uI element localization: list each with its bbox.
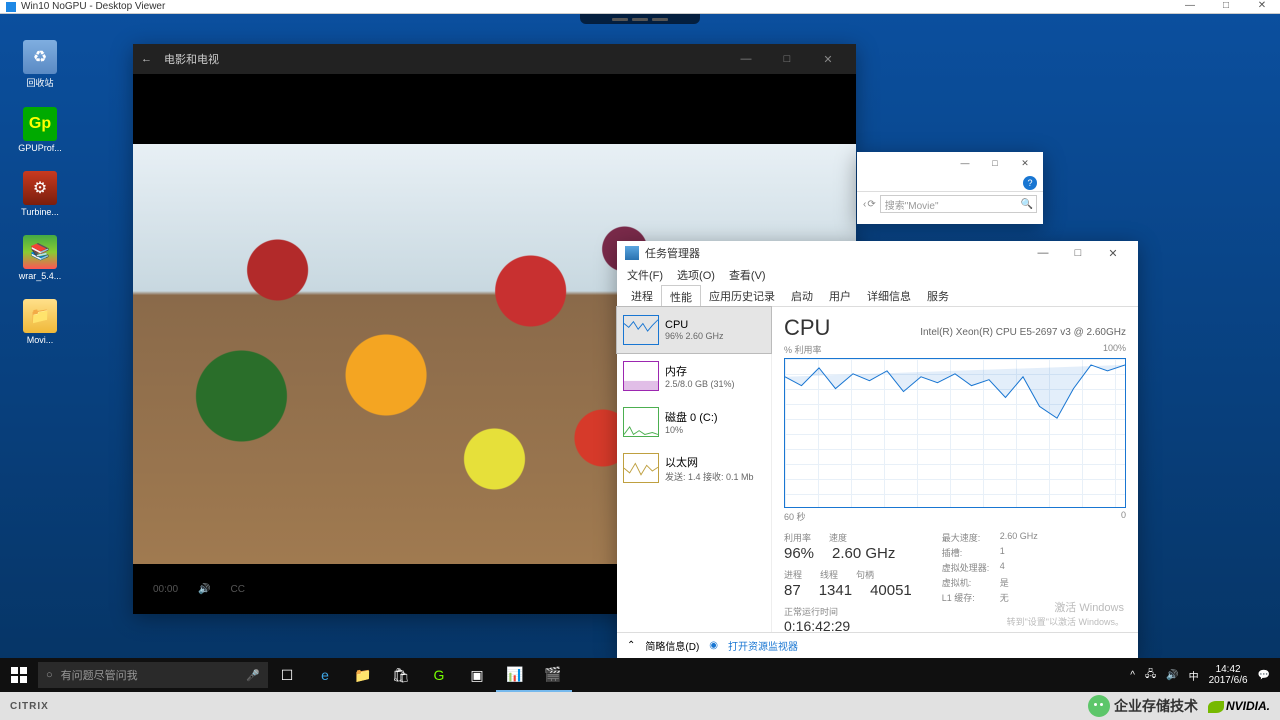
- store-taskbar-icon[interactable]: 🛍: [382, 658, 420, 692]
- citrix-window-icon: [6, 2, 16, 12]
- explorer-minimize-button[interactable]: —: [951, 158, 979, 168]
- gpuprof-taskbar-icon[interactable]: G: [420, 658, 458, 692]
- movies-maximize-button[interactable]: □: [767, 53, 807, 66]
- menu-view[interactable]: 查看(V): [729, 267, 766, 283]
- explorer-refresh-icon[interactable]: ⟳: [867, 199, 875, 210]
- playback-time: 00:00: [153, 584, 178, 595]
- explorer-back-icon[interactable]: ‹: [863, 199, 866, 210]
- taskmgr-tabs: 进程 性能 应用历史记录 启动 用户 详细信息 服务: [617, 285, 1138, 307]
- start-button[interactable]: [0, 658, 38, 692]
- search-icon: 🔍: [1021, 199, 1033, 210]
- tab-services[interactable]: 服务: [919, 285, 957, 306]
- taskmgr-menu: 文件(F) 选项(O) 查看(V): [617, 265, 1138, 285]
- taskmgr-maximize-button[interactable]: □: [1061, 247, 1095, 260]
- task-manager-window: 任务管理器 — □ ✕ 文件(F) 选项(O) 查看(V) 进程 性能 应用历史…: [617, 241, 1138, 658]
- wechat-icon: [1088, 695, 1110, 717]
- cpu-speed: 2.60 GHz: [832, 545, 895, 562]
- explorer-maximize-button[interactable]: □: [981, 158, 1009, 168]
- ime-indicator[interactable]: 中: [1189, 668, 1199, 683]
- cpu-utilization: 96%: [784, 545, 814, 562]
- movies-close-button[interactable]: ✕: [808, 53, 848, 66]
- cortana-icon: ○: [46, 669, 53, 681]
- taskmgr-minimize-button[interactable]: —: [1026, 247, 1060, 260]
- taskmgr-taskbar-icon[interactable]: 📊: [496, 658, 534, 692]
- sidebar-ethernet-card[interactable]: 以太网发送: 1.4 接收: 0.1 Mb: [617, 445, 771, 491]
- movies-titlebar[interactable]: ← 电影和电视 — □ ✕: [133, 44, 856, 74]
- back-icon[interactable]: ←: [141, 53, 152, 65]
- menu-options[interactable]: 选项(O): [677, 267, 715, 283]
- system-tray: ^ 🖧 🔊 中 14:422017/6/6 💬: [1120, 664, 1280, 686]
- tab-details[interactable]: 详细信息: [859, 285, 919, 306]
- cmd-taskbar-icon[interactable]: ▣: [458, 658, 496, 692]
- turbine-icon[interactable]: ⚙Turbine...: [10, 171, 70, 217]
- tab-users[interactable]: 用户: [821, 285, 859, 306]
- taskmgr-titlebar[interactable]: 任务管理器 — □ ✕: [617, 241, 1138, 265]
- taskmgr-main-panel: CPU Intel(R) Xeon(R) CPU E5-2697 v3 @ 2.…: [772, 307, 1138, 632]
- gpuprof-icon[interactable]: GpGPUProf...: [10, 107, 70, 153]
- handle-count: 40051: [870, 582, 912, 599]
- tab-history[interactable]: 应用历史记录: [701, 285, 783, 306]
- volume-icon[interactable]: 🔊: [198, 584, 210, 595]
- windows-taskbar: ○ 有问题尽管问我 🎤 ☐ e 📁 🛍 G ▣ 📊 🎬 ^ 🖧 🔊 中 14:4…: [0, 658, 1280, 692]
- movies-minimize-button[interactable]: —: [726, 53, 766, 66]
- taskmgr-sidebar: CPU96% 2.60 GHz 内存2.5/8.0 GB (31%) 磁盘 0 …: [617, 307, 772, 632]
- thread-count: 1341: [819, 582, 852, 599]
- sidebar-disk-card[interactable]: 磁盘 0 (C:)10%: [617, 399, 771, 445]
- file-explorer-window: — □ ✕ ? ‹⟳ 搜索"Movie" 🔍: [857, 152, 1043, 224]
- sidebar-cpu-card[interactable]: CPU96% 2.60 GHz: [617, 307, 771, 353]
- desktop-icons-area: ♻回收站 GpGPUProf... ⚙Turbine... 📚wrar_5.4.…: [10, 40, 70, 345]
- fewer-details-link[interactable]: 简略信息(D): [645, 638, 699, 653]
- menu-file[interactable]: 文件(F): [627, 267, 663, 283]
- resource-monitor-link[interactable]: 打开资源监视器: [728, 638, 798, 653]
- wechat-watermark: 企业存储技术: [1088, 695, 1198, 717]
- movie-folder-icon[interactable]: 📁Movi...: [10, 299, 70, 345]
- explorer-close-button[interactable]: ✕: [1011, 158, 1039, 169]
- cpu-heading: CPU: [784, 315, 830, 341]
- uptime: 0:16:42:29: [784, 618, 912, 634]
- citrix-logo: CITRIX: [10, 701, 49, 712]
- winrar-icon[interactable]: 📚wrar_5.4...: [10, 235, 70, 281]
- citrix-titlebar: Win10 NoGPU - Desktop Viewer — □ ✕: [0, 0, 1280, 14]
- task-view-button[interactable]: ☐: [268, 658, 306, 692]
- explorer-search-input[interactable]: 搜索"Movie" 🔍: [880, 195, 1037, 213]
- edge-taskbar-icon[interactable]: e: [306, 658, 344, 692]
- process-count: 87: [784, 582, 801, 599]
- citrix-toolbar-nub[interactable]: [580, 14, 700, 24]
- windows-activation-watermark: 激活 Windows 转到"设置"以激活 Windows。: [1007, 599, 1124, 628]
- cpu-usage-chart: [784, 358, 1126, 508]
- volume-tray-icon[interactable]: 🔊: [1166, 670, 1178, 681]
- explorer-taskbar-icon[interactable]: 📁: [344, 658, 382, 692]
- tab-performance[interactable]: 性能: [661, 285, 701, 307]
- cc-icon[interactable]: CC: [230, 584, 244, 595]
- taskmgr-icon: [625, 246, 639, 260]
- cortana-search-input[interactable]: ○ 有问题尽管问我 🎤: [38, 662, 268, 688]
- cpu-model: Intel(R) Xeon(R) CPU E5-2697 v3 @ 2.60GH…: [920, 327, 1126, 338]
- outer-close-button[interactable]: ✕: [1244, 0, 1280, 11]
- movies-title: 电影和电视: [164, 51, 219, 67]
- recycle-bin-icon[interactable]: ♻回收站: [10, 40, 70, 89]
- movies-taskbar-icon[interactable]: 🎬: [534, 658, 572, 692]
- remote-desktop: ♻回收站 GpGPUProf... ⚙Turbine... 📚wrar_5.4.…: [0, 14, 1280, 692]
- taskmgr-title: 任务管理器: [645, 245, 700, 261]
- taskbar-clock[interactable]: 14:422017/6/6: [1209, 664, 1248, 686]
- taskmgr-close-button[interactable]: ✕: [1096, 247, 1130, 260]
- nvidia-logo: NVIDIA.: [1208, 699, 1270, 713]
- tab-startup[interactable]: 启动: [783, 285, 821, 306]
- network-icon[interactable]: 🖧: [1145, 667, 1156, 684]
- tab-processes[interactable]: 进程: [623, 285, 661, 306]
- action-center-icon[interactable]: 💬: [1258, 670, 1270, 681]
- sidebar-memory-card[interactable]: 内存2.5/8.0 GB (31%): [617, 353, 771, 399]
- help-icon[interactable]: ?: [1023, 176, 1037, 190]
- outer-maximize-button[interactable]: □: [1208, 0, 1244, 11]
- host-status-bar: CITRIX 企业存储技术 NVIDIA.: [0, 692, 1280, 720]
- microphone-icon[interactable]: 🎤: [246, 669, 260, 682]
- tray-chevron-icon[interactable]: ^: [1130, 670, 1135, 681]
- outer-minimize-button[interactable]: —: [1172, 0, 1208, 11]
- chevron-up-icon[interactable]: ⌃: [627, 640, 635, 651]
- citrix-title: Win10 NoGPU - Desktop Viewer: [21, 1, 165, 12]
